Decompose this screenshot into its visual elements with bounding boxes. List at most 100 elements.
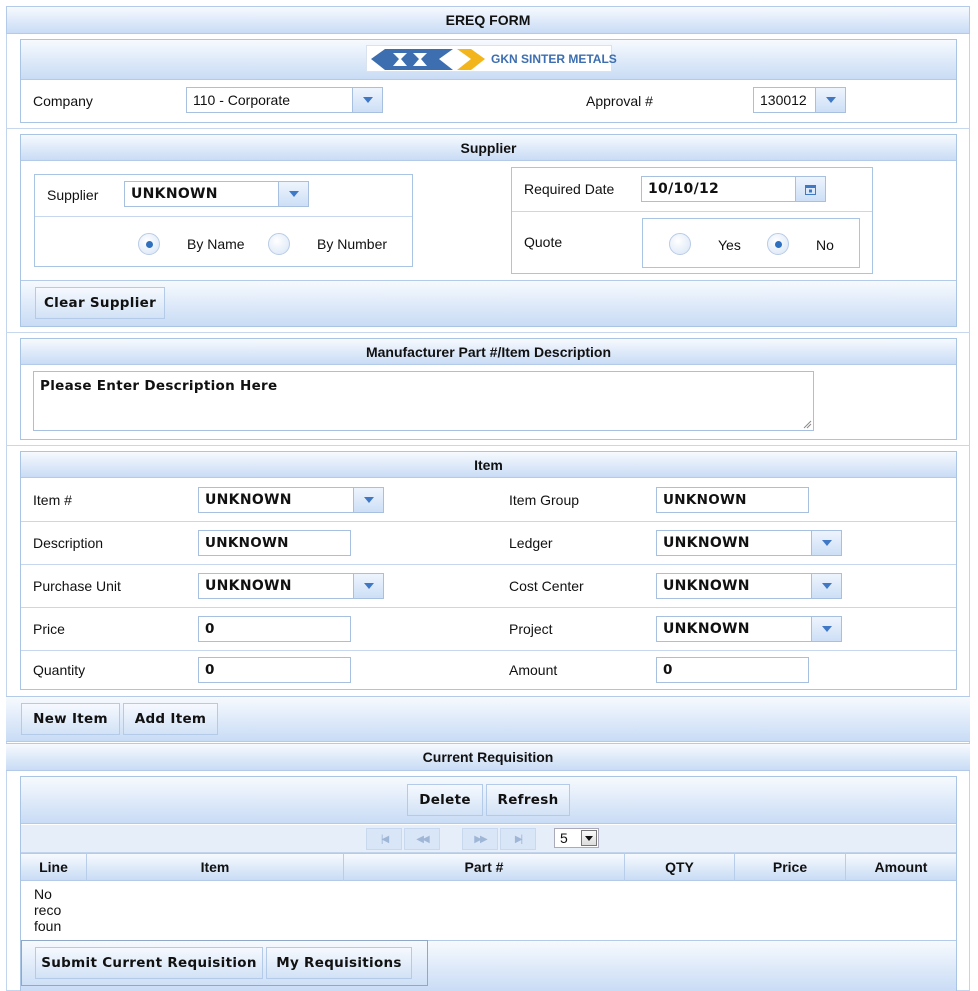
description-title: Manufacturer Part #/Item Description <box>365 343 612 360</box>
item-group-label: Item Group <box>509 492 580 508</box>
approval-label: Approval # <box>586 93 653 109</box>
cost-center-dropdown-button[interactable] <box>811 574 841 598</box>
empty-text-line: reco <box>34 902 62 918</box>
grid-empty-message: No reco foun <box>34 886 64 934</box>
ledger-dropdown-button[interactable] <box>811 531 841 555</box>
item-panel <box>20 451 957 690</box>
form-title-bar: EREQ FORM <box>6 6 970 34</box>
price-label: Price <box>33 621 65 637</box>
supplier-label: Supplier <box>47 187 99 203</box>
company-select[interactable]: 110 - Corporate <box>186 87 383 113</box>
item-title: Item <box>474 456 503 473</box>
col-qty[interactable]: QTY <box>625 853 734 881</box>
cost-center-label: Cost Center <box>509 578 584 594</box>
project-select[interactable]: UNKNOWN <box>656 616 842 642</box>
required-date-label: Required Date <box>524 181 615 197</box>
approval-value: 130012 <box>760 92 807 108</box>
divider <box>21 564 956 565</box>
col-item[interactable]: Item <box>87 853 343 881</box>
requisition-title-bar: Current Requisition <box>6 743 970 771</box>
quote-no-label: No <box>816 237 834 253</box>
purchase-unit-select[interactable]: UNKNOWN <box>198 573 384 599</box>
quote-yes-radio[interactable] <box>669 233 691 255</box>
cost-center-select[interactable]: UNKNOWN <box>656 573 842 599</box>
divider <box>6 332 970 333</box>
chevron-down-icon <box>288 191 299 197</box>
description-field[interactable]: UNKNOWN <box>198 530 351 556</box>
project-dropdown-button[interactable] <box>811 617 841 641</box>
company-dropdown-button[interactable] <box>352 88 382 112</box>
quote-no-radio[interactable] <box>767 233 789 255</box>
chevron-down-icon <box>363 497 374 503</box>
item-no-dropdown-button[interactable] <box>353 488 383 512</box>
item-no-value: UNKNOWN <box>205 492 292 508</box>
next-page-icon: ▶▶ <box>474 833 487 845</box>
price-field[interactable]: 0 <box>198 616 351 642</box>
empty-text-line: foun <box>34 918 62 934</box>
calendar-icon <box>805 184 816 195</box>
chevron-down-icon <box>362 97 373 103</box>
calendar-button[interactable] <box>795 177 825 201</box>
item-no-label: Item # <box>33 492 72 508</box>
description-textarea[interactable]: Please Enter Description Here <box>33 371 814 431</box>
my-requisitions-button[interactable]: My Requisitions <box>266 947 412 979</box>
purchase-unit-dropdown-button[interactable] <box>353 574 383 598</box>
ledger-value: UNKNOWN <box>663 535 750 551</box>
supplier-value: UNKNOWN <box>131 186 218 202</box>
page-size-select[interactable]: 5 <box>554 828 599 848</box>
clear-supplier-button[interactable]: Clear Supplier <box>35 287 165 319</box>
next-page-button[interactable]: ▶▶ <box>462 828 498 850</box>
purchase-unit-value: UNKNOWN <box>205 578 292 594</box>
col-amount[interactable]: Amount <box>846 853 956 881</box>
col-price[interactable]: Price <box>735 853 845 881</box>
required-date-value: 10/10/12 <box>648 181 720 197</box>
supplier-dropdown-button[interactable] <box>278 182 308 206</box>
approval-select[interactable]: 130012 <box>753 87 846 113</box>
project-value: UNKNOWN <box>663 621 750 637</box>
divider <box>21 521 956 522</box>
by-number-label: By Number <box>317 236 388 252</box>
by-number-radio[interactable] <box>268 233 290 255</box>
prev-page-button[interactable]: ◀◀ <box>404 828 440 850</box>
new-item-button[interactable]: New Item <box>21 703 120 735</box>
divider <box>21 650 956 651</box>
add-item-button[interactable]: Add Item <box>123 703 218 735</box>
supplier-title-bar: Supplier <box>21 135 956 161</box>
requisition-title: Current Requisition <box>422 749 554 765</box>
refresh-button[interactable]: Refresh <box>486 784 570 816</box>
quantity-label: Quantity <box>33 662 86 678</box>
item-title-bar: Item <box>21 452 956 478</box>
amount-label: Amount <box>509 662 558 678</box>
company-label: Company <box>33 93 93 109</box>
col-line[interactable]: Line <box>21 853 86 881</box>
empty-text-line: No <box>34 886 52 902</box>
supplier-select[interactable]: UNKNOWN <box>124 181 309 207</box>
divider <box>6 128 970 129</box>
last-page-button[interactable]: ▶| <box>500 828 536 850</box>
item-no-select[interactable]: UNKNOWN <box>198 487 384 513</box>
ledger-label: Ledger <box>509 535 553 551</box>
page-size-dropdown-button[interactable] <box>581 830 597 846</box>
delete-button[interactable]: Delete <box>407 784 483 816</box>
quantity-field[interactable]: 0 <box>198 657 351 683</box>
logo-text: GKN SINTER METALS <box>491 52 617 66</box>
first-page-icon: |◀ <box>380 833 389 845</box>
project-label: Project <box>509 621 553 637</box>
required-date-picker[interactable]: 10/10/12 <box>641 176 826 202</box>
divider <box>512 211 872 212</box>
form-title: EREQ FORM <box>445 12 531 28</box>
first-page-button[interactable]: |◀ <box>366 828 402 850</box>
submit-requisition-button[interactable]: Submit Current Requisition <box>35 947 263 979</box>
ledger-select[interactable]: UNKNOWN <box>656 530 842 556</box>
resize-handle-icon[interactable] <box>803 420 812 429</box>
quote-yes-label: Yes <box>718 237 741 253</box>
col-part-no[interactable]: Part # <box>344 853 624 881</box>
purchase-unit-label: Purchase Unit <box>33 578 121 594</box>
by-name-radio[interactable] <box>138 233 160 255</box>
divider <box>6 445 970 446</box>
amount-field[interactable]: 0 <box>656 657 809 683</box>
approval-dropdown-button[interactable] <box>815 88 845 112</box>
chevron-down-icon <box>585 835 593 841</box>
item-group-field[interactable]: UNKNOWN <box>656 487 809 513</box>
description-label: Description <box>33 535 104 551</box>
